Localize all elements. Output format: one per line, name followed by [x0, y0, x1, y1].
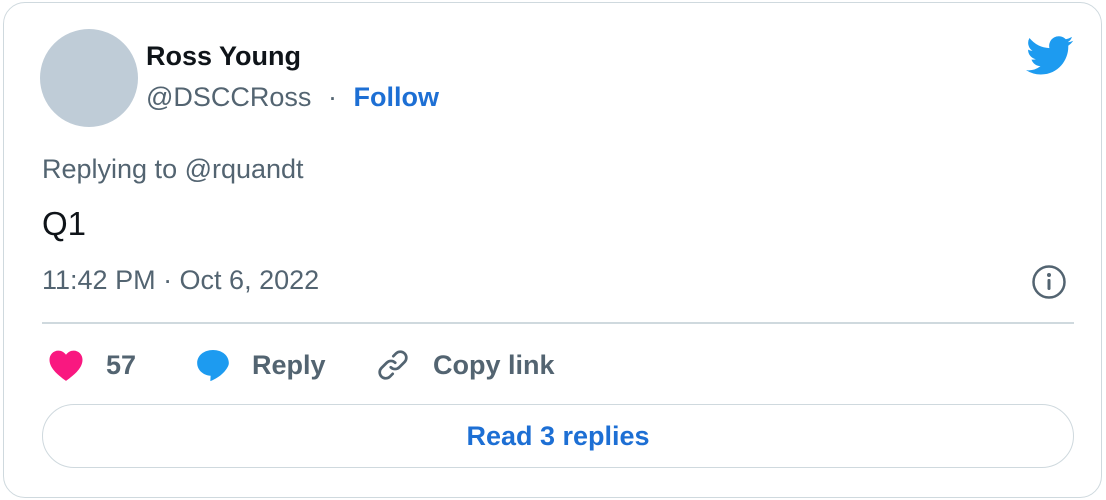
replying-to-text[interactable]: Replying to @rquandt	[42, 154, 304, 185]
reply-label: Reply	[252, 349, 326, 380]
like-button[interactable]: 57	[48, 341, 136, 389]
speech-bubble-icon	[197, 349, 229, 382]
tweet-timestamp[interactable]: 11:42 PM · Oct 6, 2022	[42, 265, 319, 296]
author-name[interactable]: Ross Young	[146, 41, 301, 72]
read-replies-button[interactable]: Read 3 replies	[42, 404, 1074, 468]
tweet-embed-card: Ross Young @DSCCRoss · Follow Replying t…	[3, 2, 1102, 498]
tweet-text: Q1	[42, 205, 87, 242]
reply-button[interactable]: Reply	[194, 341, 326, 389]
twitter-bird-icon[interactable]	[1026, 36, 1074, 76]
link-icon	[378, 350, 408, 380]
copy-link-button[interactable]: Copy link	[375, 341, 555, 389]
info-icon[interactable]	[1031, 264, 1067, 300]
author-handle-row: @DSCCRoss · Follow	[146, 82, 439, 113]
copy-link-label: Copy link	[433, 349, 555, 380]
avatar[interactable]	[40, 29, 138, 127]
like-count: 57	[106, 349, 137, 380]
heart-icon	[49, 350, 83, 381]
separator-dot: ·	[327, 82, 337, 112]
divider	[42, 322, 1074, 324]
follow-button[interactable]: Follow	[353, 82, 438, 112]
author-handle[interactable]: @DSCCRoss	[146, 82, 311, 112]
